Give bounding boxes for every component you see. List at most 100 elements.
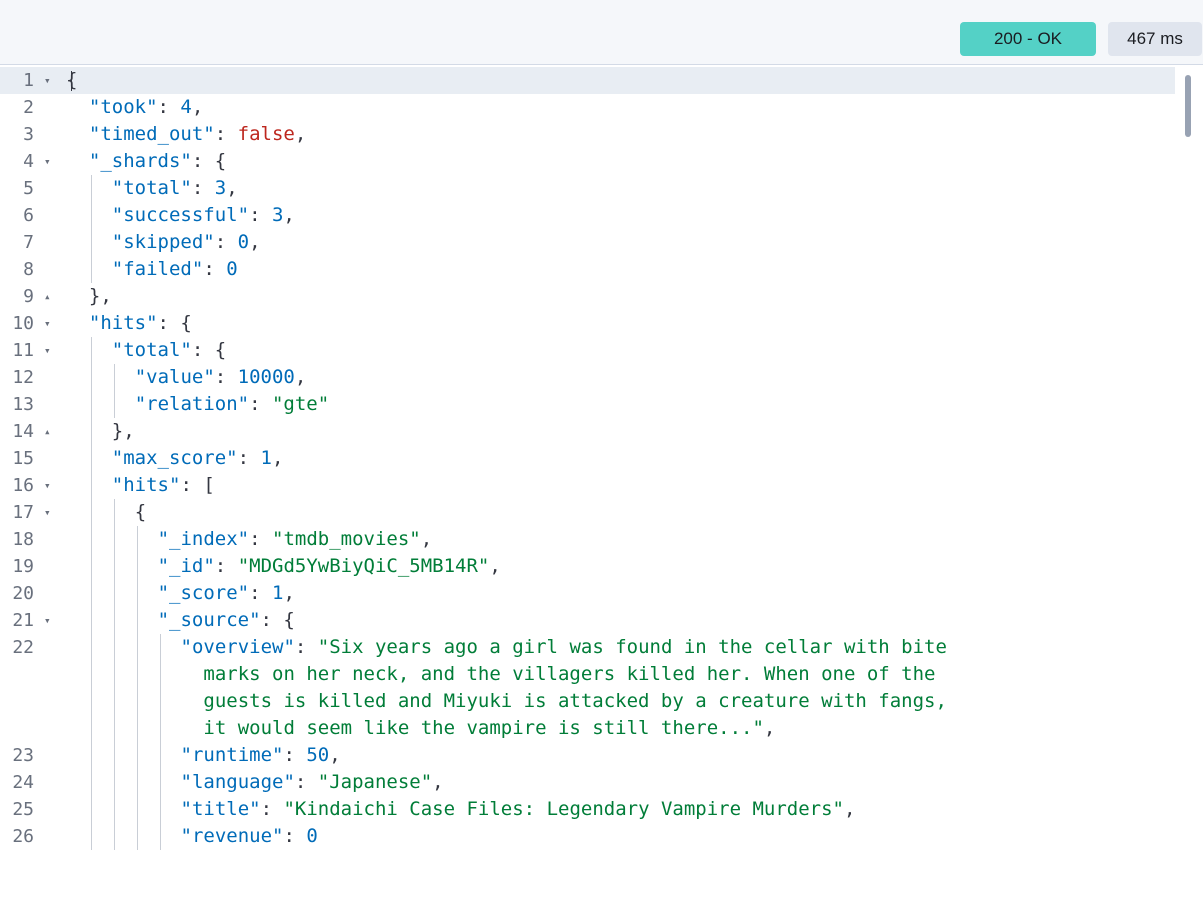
code-line[interactable]: 4 ▾ "_shards": { [0, 148, 1175, 175]
fold-expand-icon[interactable]: ▴ [44, 283, 51, 310]
line-gutter: 2 [0, 94, 56, 121]
code-line[interactable]: 13 "relation": "gte" [0, 391, 1175, 418]
line-number: 20 [12, 583, 34, 604]
fold-collapse-icon[interactable]: ▾ [44, 337, 51, 364]
json-punctuation: , [432, 771, 444, 793]
json-punctuation: : [214, 555, 238, 577]
json-number: 10000 [237, 366, 295, 388]
json-punctuation: : [294, 771, 318, 793]
code-line[interactable]: 19 "_id": "MDGd5YwBiyQiC_5MB14R", [0, 553, 1175, 580]
code-line[interactable]: 15 "max_score": 1, [0, 445, 1175, 472]
code-line[interactable]: 2 "took": 4, [0, 94, 1175, 121]
line-gutter: 13 [0, 391, 56, 418]
fold-expand-icon[interactable]: ▴ [44, 418, 51, 445]
line-gutter: 16 ▾ [0, 472, 56, 499]
code-line[interactable]: 17 ▾ { [0, 499, 1175, 526]
json-string: "Six years ago a girl was found in the c… [317, 636, 947, 658]
json-number: 3 [271, 204, 284, 226]
fold-collapse-icon[interactable]: ▾ [44, 472, 51, 499]
indent-guide [90, 715, 92, 742]
code-text: "overview": "Six years ago a girl was fo… [181, 634, 947, 661]
code-line-wrapped[interactable]: marks on her neck, and the villagers kil… [0, 661, 1175, 688]
code-text: }, [89, 283, 112, 310]
line-gutter: 22 [0, 634, 56, 661]
code-text: marks on her neck, and the villagers kil… [181, 661, 935, 688]
indent-guide [90, 499, 92, 526]
code-line[interactable]: 25 "title": "Kindaichi Case Files: Legend… [0, 796, 1175, 823]
code-line[interactable]: 23 "runtime": 50, [0, 742, 1175, 769]
json-punctuation: : [249, 582, 272, 604]
code-line[interactable]: 26 "revenue": 0 [0, 823, 1175, 850]
json-string: it would seem like the vampire is still … [180, 717, 764, 739]
json-string: "tmdb_movies" [272, 528, 421, 550]
indent-guide [113, 742, 115, 769]
code-line[interactable]: 7 "skipped": 0, [0, 229, 1175, 256]
json-punctuation: , [489, 555, 501, 577]
line-gutter: 21 ▾ [0, 607, 56, 634]
code-line[interactable]: 5 "total": 3, [0, 175, 1175, 202]
code-text: "_score": 1, [158, 580, 295, 607]
fold-collapse-icon[interactable]: ▾ [44, 607, 51, 634]
fold-collapse-icon[interactable]: ▾ [44, 310, 51, 337]
json-punctuation: : [260, 798, 284, 820]
indent-guide [90, 418, 92, 445]
code-text: "_shards": { [89, 148, 226, 175]
json-number: 50 [306, 744, 330, 766]
indent-guide [90, 580, 92, 607]
json-punctuation: : [214, 123, 238, 145]
response-code-editor[interactable]: 1▾{2"took": 4,3"timed_out": false,4▾"_sh… [0, 64, 1203, 906]
json-key: "total" [111, 339, 192, 361]
json-punctuation: : [249, 393, 272, 415]
indent-guide [136, 553, 138, 580]
code-line[interactable]: 10 ▾ "hits": { [0, 310, 1175, 337]
indent-guide [113, 769, 115, 796]
json-key: "value" [134, 366, 215, 388]
code-line[interactable]: 20 "_score": 1, [0, 580, 1175, 607]
code-line-wrapped[interactable]: guests is killed and Miyuki is attacked … [0, 688, 1175, 715]
fold-collapse-icon[interactable]: ▾ [44, 499, 51, 526]
line-gutter [0, 661, 56, 688]
line-gutter: 5 [0, 175, 56, 202]
indent-guide [113, 661, 115, 688]
json-string: "gte" [271, 393, 330, 415]
json-punctuation: : [283, 744, 307, 766]
indent-guide [113, 796, 115, 823]
editor-scrollbar[interactable] [1185, 75, 1191, 137]
code-line[interactable]: 8 "failed": 0 [0, 256, 1175, 283]
indent-guide [90, 823, 92, 850]
code-text: "timed_out": false, [89, 121, 306, 148]
code-line[interactable]: 3 "timed_out": false, [0, 121, 1175, 148]
code-line[interactable]: 24 "language": "Japanese", [0, 769, 1175, 796]
line-number: 15 [12, 448, 34, 469]
indent-guide [113, 634, 115, 661]
code-line[interactable]: 9 ▴}, [0, 283, 1175, 310]
json-punctuation: : [283, 825, 307, 847]
fold-collapse-icon[interactable]: ▾ [44, 148, 51, 175]
code-line[interactable]: 18 "_index": "tmdb_movies", [0, 526, 1175, 553]
code-line[interactable]: 11 ▾ "total": { [0, 337, 1175, 364]
json-punctuation: : [214, 231, 238, 253]
code-line[interactable]: 14 ▴}, [0, 418, 1175, 445]
indent-guide [113, 364, 115, 391]
indent-guide [113, 580, 115, 607]
code-line[interactable]: 21 ▾ "_source": { [0, 607, 1175, 634]
code-line[interactable]: 16 ▾ "hits": [ [0, 472, 1175, 499]
line-gutter: 1 ▾ [0, 67, 56, 94]
code-line[interactable]: 22 "overview": "Six years ago a girl was … [0, 634, 1175, 661]
fold-collapse-icon[interactable]: ▾ [44, 67, 51, 94]
json-punctuation: : [294, 636, 318, 658]
indent-guide [90, 445, 92, 472]
json-number: 0 [306, 825, 318, 847]
json-punctuation: , [294, 123, 307, 145]
code-text: "relation": "gte" [135, 391, 329, 418]
indent-guide [90, 364, 92, 391]
code-text: "_id": "MDGd5YwBiyQiC_5MB14R", [158, 553, 501, 580]
code-line[interactable]: 6 "successful": 3, [0, 202, 1175, 229]
code-text: "took": 4, [89, 94, 203, 121]
text-cursor [71, 71, 72, 91]
code-line[interactable]: 1▾{ [0, 67, 1175, 94]
json-key: "_index" [157, 528, 250, 550]
code-line-wrapped[interactable]: it would seem like the vampire is still … [0, 715, 1175, 742]
code-line[interactable]: 12 "value": 10000, [0, 364, 1175, 391]
json-number: 3 [214, 177, 227, 199]
